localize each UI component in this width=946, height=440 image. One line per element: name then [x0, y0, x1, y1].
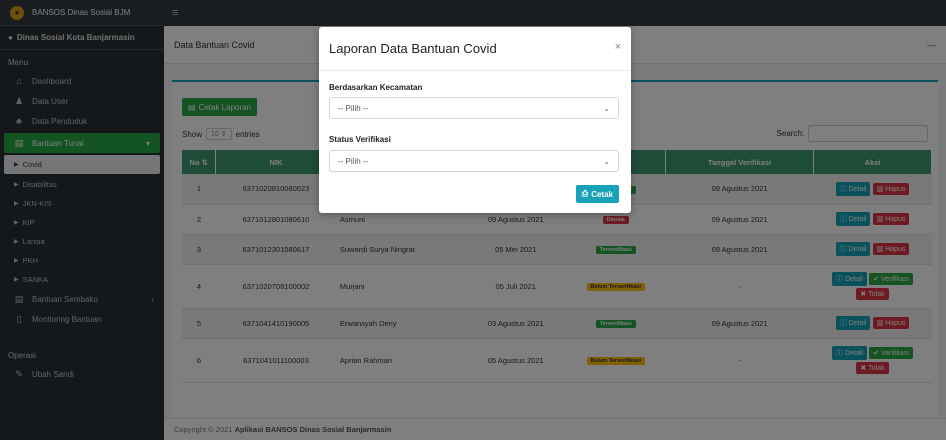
status-label: Status Verifikasi: [329, 135, 391, 144]
print-icon: ⎙: [581, 189, 589, 198]
laporan-modal: Laporan Data Bantuan Covid × Berdasarkan…: [319, 27, 631, 213]
chevron-down-icon: ⌄: [603, 156, 610, 166]
cetak-button[interactable]: ⎙ Cetak: [575, 185, 619, 203]
modal-title: Laporan Data Bantuan Covid: [329, 41, 497, 56]
status-select[interactable]: -- Pilih -- ⌄: [329, 150, 619, 172]
modal-header: Laporan Data Bantuan Covid: [319, 27, 631, 71]
close-icon[interactable]: ×: [615, 41, 621, 53]
kecamatan-label: Berdasarkan Kecamatan: [329, 83, 423, 92]
kecamatan-select-value: -- Pilih --: [338, 103, 369, 113]
kecamatan-select[interactable]: -- Pilih -- ⌄: [329, 97, 619, 119]
status-select-value: -- Pilih --: [338, 156, 369, 166]
button-label: Cetak: [591, 189, 613, 199]
chevron-down-icon: ⌄: [603, 103, 610, 113]
